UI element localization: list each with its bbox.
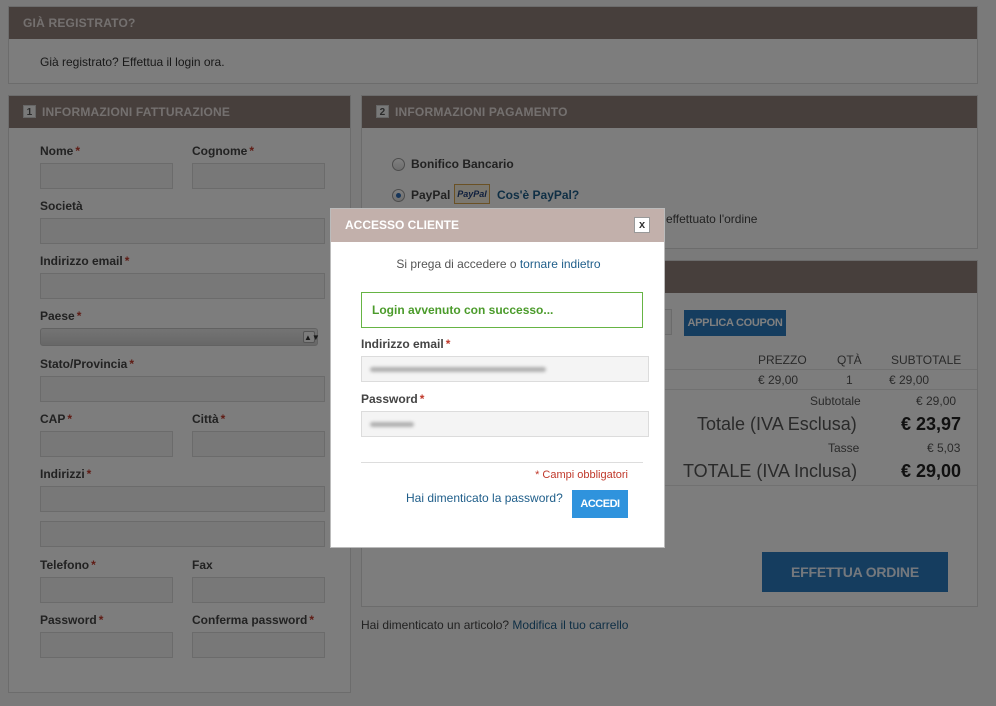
modal-divider [361, 462, 643, 463]
required-fields-note: * Campi obbligatori [535, 469, 628, 481]
modal-password-input[interactable] [361, 411, 649, 437]
close-icon[interactable]: x [634, 217, 650, 233]
redacted-value [370, 367, 546, 372]
modal-header: ACCESSO CLIENTE [331, 209, 664, 242]
modal-email-label: Indirizzo email * [361, 337, 451, 351]
forgot-password-link[interactable]: Hai dimenticato la password? [406, 491, 563, 505]
login-success-message: Login avvenuto con successo... [361, 292, 643, 328]
modal-password-label: Password * [361, 392, 425, 406]
login-modal: ACCESSO CLIENTE x Si prega di accedere o… [330, 208, 665, 548]
redacted-value [370, 422, 414, 427]
login-button[interactable]: ACCEDI [572, 490, 628, 518]
go-back-link[interactable]: tornare indietro [520, 257, 601, 271]
modal-title: ACCESSO CLIENTE [345, 218, 460, 232]
modal-email-input[interactable] [361, 356, 649, 382]
modal-prompt: Si prega di accedere o tornare indietro [396, 257, 601, 271]
